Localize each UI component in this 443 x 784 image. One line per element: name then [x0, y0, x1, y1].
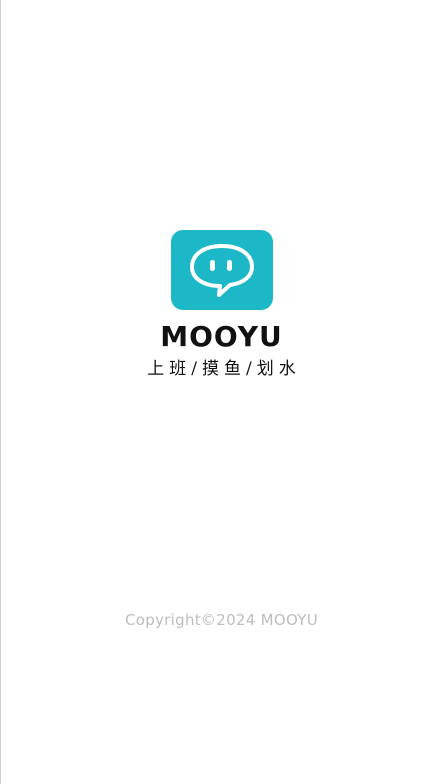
app-name: MOOYU — [160, 320, 283, 353]
copyright-text: Copyright©2024 MOOYU — [124, 611, 319, 629]
speech-bubble-face-icon — [189, 244, 254, 297]
app-slogan: 上班/摸鱼/划水 — [147, 359, 301, 379]
splash-logo-block: MOOYU 上班/摸鱼/划水 — [0, 230, 443, 379]
window-edge-line — [0, 0, 1, 784]
app-logo — [170, 230, 273, 310]
